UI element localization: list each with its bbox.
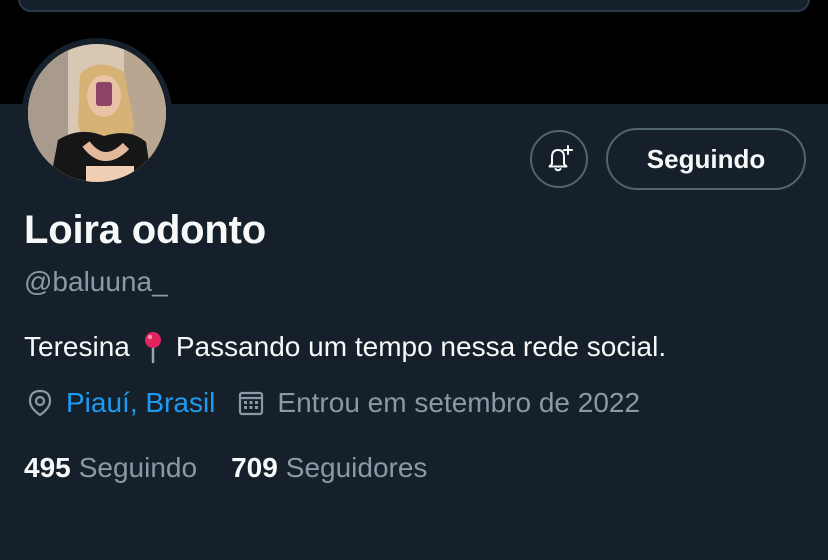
avatar[interactable] bbox=[28, 44, 166, 182]
following-stat-label: Seguindo bbox=[78, 452, 198, 483]
followers-stat-label: Seguidores bbox=[285, 452, 428, 483]
pin-emoji-icon bbox=[144, 332, 161, 364]
calendar-icon bbox=[235, 387, 267, 419]
following-button[interactable]: Seguindo bbox=[606, 128, 806, 190]
followers-count: 709 bbox=[231, 452, 278, 483]
avatar-photo bbox=[28, 44, 166, 182]
profile-name: Loira odonto bbox=[24, 208, 266, 252]
profile-actions: Seguindo bbox=[530, 128, 806, 190]
following-stat[interactable]: 495 Seguindo bbox=[24, 452, 197, 484]
bio-city: Teresina bbox=[24, 331, 130, 362]
bio-text: Passando um tempo nessa rede social. bbox=[175, 331, 667, 362]
joined-date: Entrou em setembro de 2022 bbox=[277, 387, 641, 418]
profile-stats: 495 Seguindo 709 Seguidores bbox=[24, 452, 427, 484]
profile-meta: Piauí, Brasil Entrou em setembro de 2022 bbox=[24, 387, 640, 419]
profile-handle: @baluuna_ bbox=[24, 266, 168, 297]
profile-bio: Teresina Passando um tempo nessa rede so… bbox=[24, 330, 666, 364]
location-pin-icon bbox=[24, 387, 56, 419]
location-link[interactable]: Piauí, Brasil bbox=[66, 387, 215, 419]
followers-stat[interactable]: 709 Seguidores bbox=[231, 452, 427, 484]
bell-plus-icon bbox=[548, 145, 573, 172]
notify-button[interactable] bbox=[530, 130, 588, 188]
following-count: 495 bbox=[24, 452, 71, 483]
search-bar-edge[interactable] bbox=[18, 0, 810, 12]
avatar-ring bbox=[22, 38, 172, 188]
